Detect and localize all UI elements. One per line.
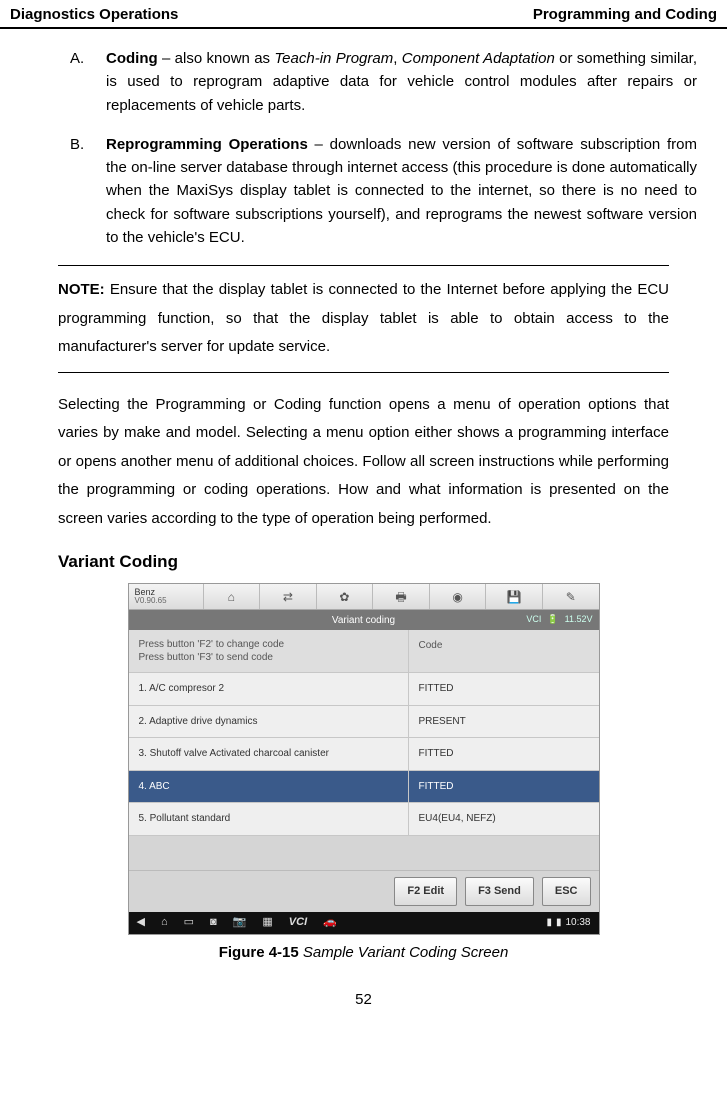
f2-edit-button[interactable]: F2 Edit [394,877,457,906]
screenshot: Benz V0.90.65 ⌂ ⇄ ✿ 🖶 ◉ 💾 ✎ Variant codi… [128,583,600,935]
vehicle-name: Benz [135,587,156,597]
settings-icon[interactable]: ✿ [316,584,373,609]
table-row[interactable]: 5. Pollutant standard EU4(EU4, NEFZ) [129,803,599,836]
table-row[interactable]: 2. Adaptive drive dynamics PRESENT [129,706,599,739]
coding-title: Coding [106,50,158,67]
coding-em2: Component Adaptation [402,50,555,67]
vehicle-info: Benz V0.90.65 [129,586,203,609]
list-marker-a: A. [70,47,106,117]
help-icon[interactable]: ◉ [429,584,486,609]
row-label: 5. Pollutant standard [129,803,409,835]
page-content: A. Coding – also known as Teach-in Progr… [0,29,727,1011]
page-number: 52 [30,988,697,1011]
variant-coding-heading: Variant Coding [58,549,669,575]
table-header-right: Code [409,630,599,672]
nav-home-icon[interactable]: ⌂ [161,914,168,931]
figure-4-15: Benz V0.90.65 ⌂ ⇄ ✿ 🖶 ◉ 💾 ✎ Variant codi… [128,583,600,964]
row-label: 4. ABC [129,771,409,803]
signal-icon: ▮ [546,915,552,931]
battery-voltage: 11.52V [565,613,593,627]
android-navbar: ◀ ⌂ ▭ ◙ 📷 ▦ VCI 🚗 ▮ ▮ 10:38 [129,912,599,934]
save-icon[interactable]: 💾 [485,584,542,609]
battery-nav-icon: ▮ [556,915,562,931]
header-left: Diagnostics Operations [10,6,178,23]
apps-icon[interactable]: ▦ [262,914,272,931]
list-item-a: A. Coding – also known as Teach-in Progr… [70,47,697,117]
back-icon[interactable]: ◀ [137,914,145,931]
row-label: 2. Adaptive drive dynamics [129,706,409,738]
battery-icon: 🔋 [547,613,558,627]
screenshot-icon[interactable]: ◙ [210,914,217,931]
row-value: FITTED [409,738,599,770]
note-block: NOTE: Ensure that the display tablet is … [58,265,669,373]
row-value: FITTED [409,673,599,705]
print-icon[interactable]: 🖶 [372,584,429,609]
swap-icon[interactable]: ⇄ [259,584,316,609]
figure-title: Sample Variant Coding Screen [299,944,509,961]
reprog-title: Reprogramming Operations [106,136,308,153]
screenshot-titlebar: Variant coding VCI 🔋 11.52V [129,610,599,630]
header-right: Programming and Coding [533,6,717,23]
row-label: 1. A/C compresor 2 [129,673,409,705]
page-header: Diagnostics Operations Programming and C… [0,0,727,29]
coding-dash: – also known as [158,50,275,67]
table-row[interactable]: 1. A/C compresor 2 FITTED [129,673,599,706]
note-text: Ensure that the display tablet is connec… [58,281,669,355]
f3-send-button[interactable]: F3 Send [465,877,534,906]
header-left-line1: Press button 'F2' to change code [139,638,398,651]
row-value: PRESENT [409,706,599,738]
row-value: FITTED [409,771,599,803]
list-body-b: Reprogramming Operations – downloads new… [106,133,697,249]
clock-time: 10:38 [565,915,590,931]
recent-icon[interactable]: ▭ [184,914,194,931]
table-row-selected[interactable]: 4. ABC FITTED [129,771,599,804]
vci-nav-icon[interactable]: VCI [289,914,307,931]
table-header: Press button 'F2' to change code Press b… [129,630,599,673]
car-icon[interactable]: 🚗 [323,914,337,931]
screenshot-toolbar: Benz V0.90.65 ⌂ ⇄ ✿ 🖶 ◉ 💾 ✎ [129,584,599,610]
vci-label: VCI [526,613,541,627]
list-marker-b: B. [70,133,106,249]
row-label: 3. Shutoff valve Activated charcoal cani… [129,738,409,770]
coding-em1: Teach-in Program [274,50,393,67]
table-row[interactable]: 3. Shutoff valve Activated charcoal cani… [129,738,599,771]
vehicle-version: V0.90.65 [135,597,197,606]
note-label: NOTE: [58,281,105,298]
edit-icon[interactable]: ✎ [542,584,599,609]
list-body-a: Coding – also known as Teach-in Program,… [106,47,697,117]
figure-number: Figure 4-15 [219,944,299,961]
home-icon[interactable]: ⌂ [203,584,260,609]
paragraph-1: Selecting the Programming or Coding func… [58,391,669,534]
header-left-line2: Press button 'F3' to send code [139,651,398,664]
clock: ▮ ▮ 10:38 [546,915,590,931]
coding-comma: , [393,50,402,67]
table-spacer [129,836,599,870]
camera-icon[interactable]: 📷 [233,914,247,931]
row-value: EU4(EU4, NEFZ) [409,803,599,835]
esc-button[interactable]: ESC [542,877,591,906]
figure-caption: Figure 4-15 Sample Variant Coding Screen [128,941,600,964]
list-item-b: B. Reprogramming Operations – downloads … [70,133,697,249]
screenshot-footer: F2 Edit F3 Send ESC [129,870,599,912]
titlebar-status: VCI 🔋 11.52V [526,613,598,627]
table-header-left: Press button 'F2' to change code Press b… [129,630,409,672]
